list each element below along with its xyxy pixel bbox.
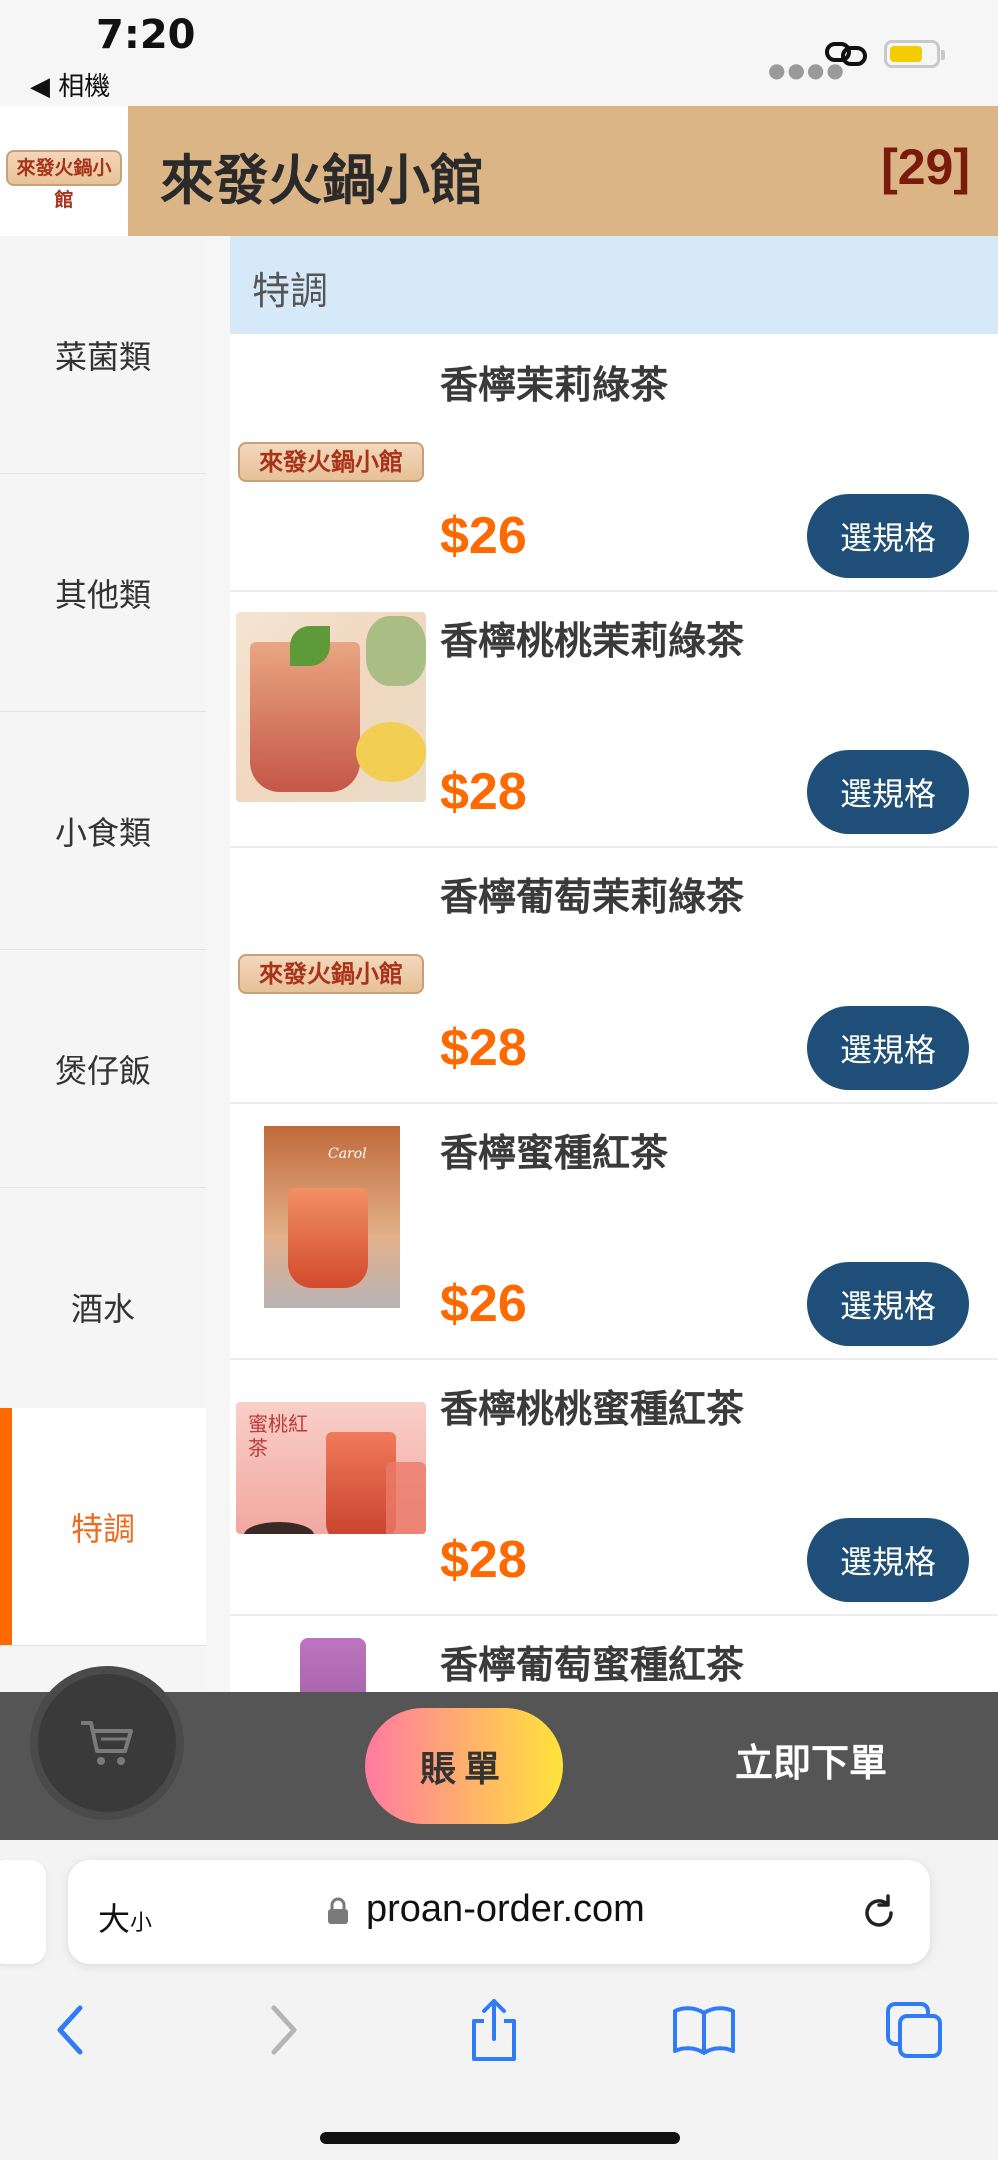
category-item-vegetables[interactable]: 菜菌類 xyxy=(0,236,206,474)
menu-item: Carol 香檸蜜種紅茶 $26 選規格 xyxy=(230,1104,998,1360)
bottom-action-bar: 賬單 立即下單 xyxy=(0,1666,998,1840)
thumb-caption: Carol xyxy=(328,1146,367,1162)
item-price: $26 xyxy=(440,1275,527,1333)
text-size-small: 小 xyxy=(130,1911,153,1936)
chevron-right-icon xyxy=(271,2005,297,2055)
choose-spec-button[interactable]: 選規格 xyxy=(807,1518,969,1602)
menu-item: 來發火鍋小館 香檸葡萄茉莉綠茶 $28 選規格 xyxy=(230,848,998,1104)
logo-placeholder: 來發火鍋小館 xyxy=(238,954,424,994)
thumb-caption: 蜜桃紅茶 xyxy=(248,1412,308,1460)
forward-button[interactable] xyxy=(244,1990,324,2070)
category-label: 菜菌類 xyxy=(54,337,151,376)
reload-icon[interactable] xyxy=(858,1892,900,1934)
back-to-app-link[interactable]: ◀ 相機 xyxy=(30,66,110,103)
status-time: 7:20 xyxy=(96,12,196,58)
item-name: 香檸桃桃蜜種紅茶 xyxy=(440,1387,745,1431)
choose-spec-button[interactable]: 選規格 xyxy=(807,1262,969,1346)
item-name: 香檸葡萄蜜種紅茶 xyxy=(440,1643,745,1687)
category-item-claypot-rice[interactable]: 煲仔飯 xyxy=(0,950,206,1188)
back-button[interactable] xyxy=(30,1990,110,2070)
item-price: $28 xyxy=(440,1019,527,1077)
order-now-button[interactable]: 立即下單 xyxy=(735,1732,887,1787)
category-item-specials[interactable]: 特調 xyxy=(0,1408,206,1646)
cart-button[interactable] xyxy=(30,1666,184,1820)
item-name: 香檸桃桃茉莉綠茶 xyxy=(440,619,745,663)
item-image: Carol xyxy=(236,1118,426,1308)
browser-nav-row xyxy=(0,1990,998,2080)
browser-toolbar: 大小 proan-order.com xyxy=(0,1840,998,2160)
category-label: 小食類 xyxy=(54,813,151,852)
lock-icon xyxy=(328,1897,348,1924)
book-icon xyxy=(673,2006,735,2055)
choose-spec-button[interactable]: 選規格 xyxy=(807,1006,969,1090)
tabs-icon xyxy=(886,2002,942,2058)
text-size-big: 大 xyxy=(98,1900,131,1938)
item-name: 香檸葡萄茉莉綠茶 xyxy=(440,875,745,919)
url-text: proan-order.com xyxy=(366,1888,645,1930)
address-bar[interactable]: 大小 proan-order.com xyxy=(68,1860,930,1964)
menu-item: 蜜桃紅茶 香檸桃桃蜜種紅茶 $28 選規格 xyxy=(230,1360,998,1616)
menu-item: 香檸桃桃茉莉綠茶 $28 選規格 xyxy=(230,592,998,848)
category-item-others[interactable]: 其他類 xyxy=(0,474,206,712)
menu-list: 特調 來發火鍋小館 香檸茉莉綠茶 $26 選規格 香檸桃桃茉莉綠茶 $28 選規… xyxy=(230,236,998,1692)
item-image: 蜜桃紅茶 xyxy=(236,1402,426,1534)
cart-icon xyxy=(81,1721,133,1765)
category-label: 其他類 xyxy=(54,575,151,614)
chevron-left-icon xyxy=(57,2005,83,2055)
item-name: 香檸蜜種紅茶 xyxy=(440,1131,669,1175)
category-sidebar: 菜菌類 其他類 小食類 煲仔飯 酒水 特調 xyxy=(0,236,206,1692)
tabs-button[interactable] xyxy=(874,1990,954,2070)
menu-item: 來發火鍋小館 香檸茉莉綠茶 $26 選規格 xyxy=(230,336,998,592)
choose-spec-button[interactable]: 選規格 xyxy=(807,750,969,834)
item-image: 來發火鍋小館 xyxy=(236,366,426,556)
restaurant-header: 來發火鍋小館 來發火鍋小館 [29] xyxy=(0,106,998,236)
logo-plate: 來發火鍋小館 xyxy=(6,150,122,211)
home-indicator xyxy=(320,2132,680,2144)
section-header: 特調 xyxy=(230,236,998,334)
previous-tab[interactable] xyxy=(0,1860,46,1964)
category-label: 特調 xyxy=(70,1509,135,1548)
category-label: 煲仔飯 xyxy=(54,1051,151,1090)
restaurant-name: 來發火鍋小館 xyxy=(160,149,484,212)
choose-spec-button[interactable]: 選規格 xyxy=(807,494,969,578)
logo-placeholder: 來發火鍋小館 xyxy=(238,442,424,482)
battery-icon xyxy=(884,40,945,68)
item-price: $28 xyxy=(440,763,527,821)
category-label: 酒水 xyxy=(70,1289,135,1328)
item-name: 香檸茉莉綠茶 xyxy=(440,363,669,407)
menu-item: 香檸葡萄蜜種紅茶 xyxy=(230,1616,998,1692)
item-image: 來發火鍋小館 xyxy=(236,878,426,1068)
item-price: $28 xyxy=(440,1531,527,1589)
category-item-snacks[interactable]: 小食類 xyxy=(0,712,206,950)
share-button[interactable] xyxy=(454,1990,534,2070)
item-price: $26 xyxy=(440,507,527,565)
item-image xyxy=(236,1628,426,1692)
text-size-button[interactable]: 大小 xyxy=(98,1894,152,1940)
section-title: 特調 xyxy=(252,269,329,313)
share-icon xyxy=(472,1999,516,2061)
bill-button[interactable]: 賬單 xyxy=(365,1708,563,1824)
item-image xyxy=(236,612,426,802)
link-icon xyxy=(825,42,867,66)
status-bar: 7:20 ◀ 相機 ●●●● xyxy=(0,0,998,106)
restaurant-logo: 來發火鍋小館 xyxy=(0,106,128,236)
table-number: [29] xyxy=(881,139,970,195)
category-item-drinks[interactable]: 酒水 xyxy=(0,1188,206,1426)
bookmarks-button[interactable] xyxy=(664,1990,744,2070)
